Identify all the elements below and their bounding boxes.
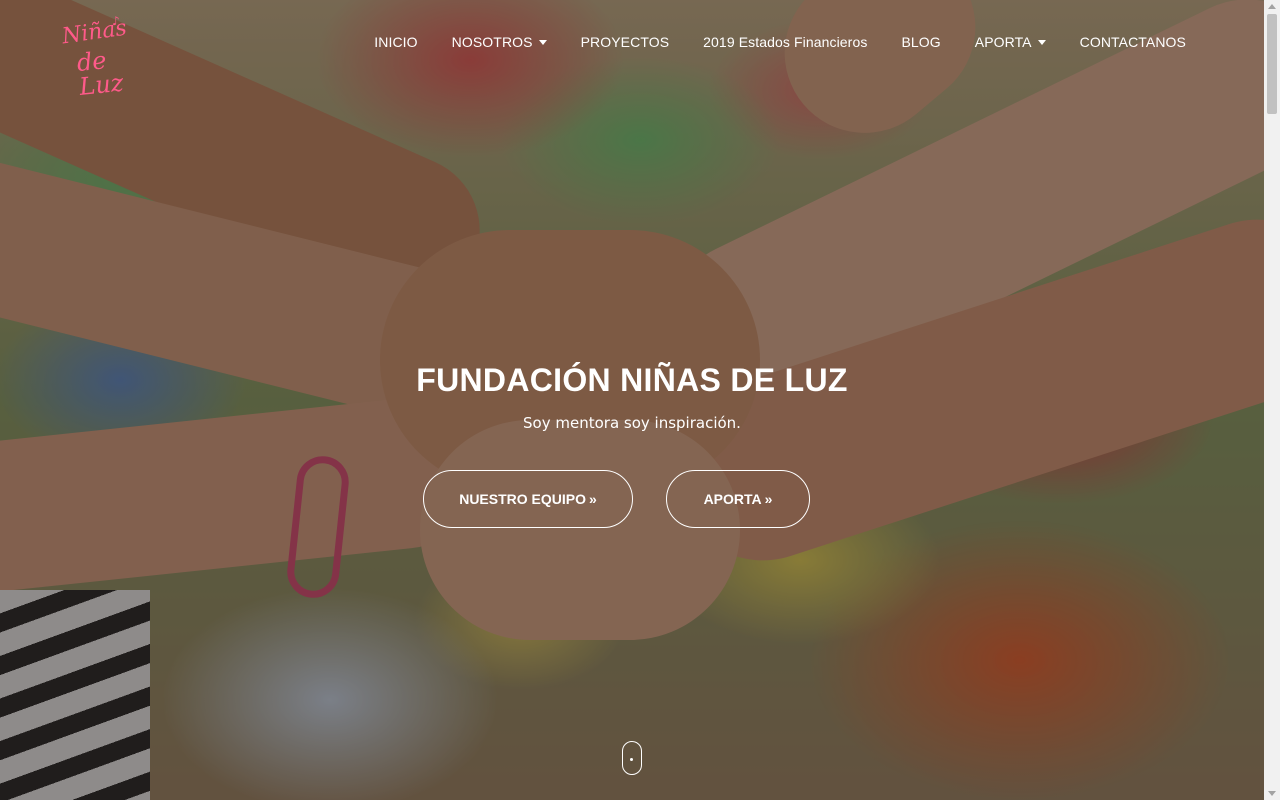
caret-down-icon: [538, 39, 547, 45]
navbar: ♪ Niñas de Luz INICIO NOSOTROS PROYECTOS…: [0, 0, 1264, 101]
nav-item-aporta[interactable]: APORTA: [975, 34, 1046, 50]
caret-down-icon: [1037, 39, 1046, 45]
scroll-dot: [630, 758, 633, 761]
nav-item-label: APORTA: [974, 34, 1032, 50]
brand-logo[interactable]: ♪ Niñas de Luz: [58, 14, 138, 101]
button-label: APORTA: [703, 491, 762, 507]
double-chevron-right-icon: »: [764, 491, 773, 507]
double-chevron-right-icon: »: [589, 491, 597, 507]
scroll-down-mouse-icon[interactable]: [622, 741, 642, 775]
aporta-button[interactable]: APORTA »: [666, 470, 810, 528]
hero-dark-overlay: [0, 0, 1264, 800]
hero-subtitle: Soy mentora soy inspiración.: [523, 414, 741, 432]
nav-item-inicio[interactable]: INICIO: [374, 34, 417, 50]
nav-item-label: PROYECTOS: [580, 34, 670, 50]
nav-item-estados-financieros[interactable]: 2019 Estados Financieros: [703, 34, 867, 50]
nav-item-nosotros[interactable]: NOSOTROS: [452, 34, 547, 50]
nav-item-contactanos[interactable]: CONTACTANOS: [1080, 34, 1186, 50]
nav-item-label: INICIO: [374, 34, 418, 50]
scrollbar-thumb[interactable]: [1267, 14, 1277, 114]
page-scrollbar[interactable]: [1264, 0, 1280, 800]
logo-line-2: de Luz: [75, 46, 125, 101]
nav-item-proyectos[interactable]: PROYECTOS: [581, 34, 670, 50]
main-nav: INICIO NOSOTROS PROYECTOS 2019 Estados F…: [340, 34, 1186, 50]
hero-title: FUNDACIÓN NIÑAS DE LUZ: [416, 362, 848, 398]
nuestro-equipo-button[interactable]: NUESTRO EQUIPO »: [423, 470, 633, 528]
nav-item-label: 2019 Estados Financieros: [703, 34, 868, 50]
scroll-up-arrow-icon[interactable]: [1268, 4, 1276, 9]
nav-item-blog[interactable]: BLOG: [901, 34, 940, 50]
nav-item-label: CONTACTANOS: [1079, 34, 1186, 50]
button-label: NUESTRO EQUIPO: [459, 491, 586, 507]
nav-item-label: NOSOTROS: [451, 34, 533, 50]
scroll-down-arrow-icon[interactable]: [1268, 791, 1276, 796]
nav-item-label: BLOG: [901, 34, 941, 50]
logo-line-1: Niñas: [60, 15, 129, 50]
